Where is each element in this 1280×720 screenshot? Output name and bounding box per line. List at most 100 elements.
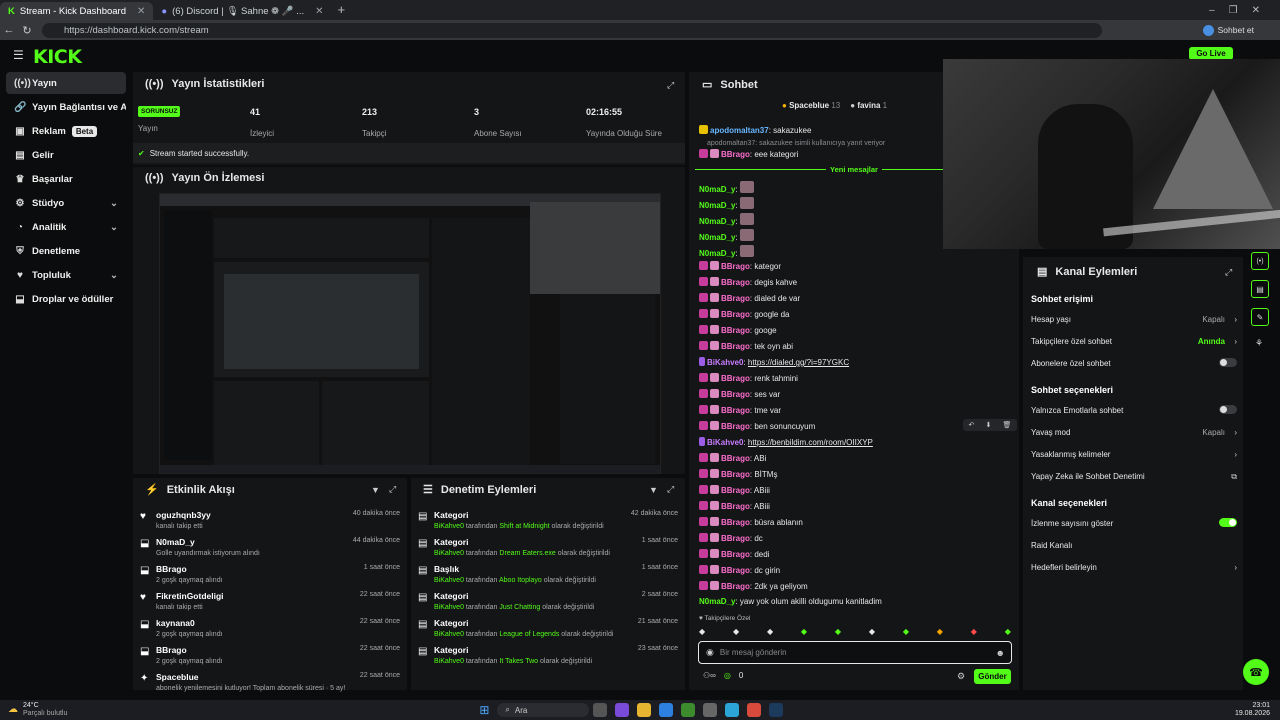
chat-username[interactable]: BBrago xyxy=(721,422,750,431)
sidebar-item-studyo[interactable]: ⚙ Stüdyo ⌄ xyxy=(6,192,126,214)
tray-clock[interactable]: 23:01 19.08.2026 xyxy=(1235,702,1270,718)
sidebar-item-topluluk[interactable]: ♥ Topluluk ⌄ xyxy=(6,264,126,286)
taskview-icon[interactable] xyxy=(593,703,608,717)
emote-picker-icon[interactable]: ◉ xyxy=(706,647,714,658)
chat-message[interactable]: BBrago: tek oyn abi xyxy=(699,341,793,351)
kanal-setting-row[interactable]: Yapay Zeka ile Sohbet Denetimi ⧉ xyxy=(1031,472,1237,481)
chat-username[interactable]: BBrago xyxy=(721,534,750,543)
toggle-switch[interactable] xyxy=(1219,358,1237,367)
chat-message[interactable]: BBrago: tme var xyxy=(699,405,781,415)
stream-preview-video[interactable] xyxy=(159,193,661,474)
chat-message[interactable]: N0maD_y: xyxy=(699,213,756,226)
toggle-switch[interactable] xyxy=(1219,405,1237,414)
chat-username[interactable]: BBrago xyxy=(721,518,750,527)
close-tab-icon[interactable]: ✕ xyxy=(315,6,323,17)
rail-broadcast-icon[interactable]: (•) xyxy=(1251,252,1269,270)
chat-username[interactable]: N0maD_y xyxy=(699,249,735,258)
expand-icon[interactable]: ⤢ xyxy=(667,80,674,91)
chat-username[interactable]: N0maD_y xyxy=(699,201,735,210)
settings-icon[interactable]: ⚙ xyxy=(957,671,965,682)
moderation-item[interactable]: ▤ Kategori BiKahve0 tarafından Dream Eater… xyxy=(418,537,680,557)
rail-channel-icon[interactable]: ▤ xyxy=(1251,280,1269,298)
send-button[interactable]: Gönder xyxy=(974,669,1011,684)
chat-username[interactable]: BBrago xyxy=(721,454,750,463)
chat-username[interactable]: BBrago xyxy=(721,342,750,351)
expand-icon[interactable]: ⤢ xyxy=(667,484,674,495)
chat-username[interactable]: BBrago xyxy=(721,294,750,303)
chat-message[interactable]: BBrago: dialed de var xyxy=(699,293,800,303)
chat-message[interactable]: BBrago: eee kategori xyxy=(699,149,798,159)
kanal-setting-row[interactable]: Takipçilere özel sohbet Anında › xyxy=(1031,337,1237,346)
chat-username[interactable]: BBrago xyxy=(721,582,750,591)
close-tab-icon[interactable]: ✕ xyxy=(137,6,145,17)
chat-username[interactable]: BBrago xyxy=(721,390,750,399)
filter-icon[interactable]: ▼ xyxy=(649,485,658,495)
top-user-1[interactable]: ● Spaceblue 13 xyxy=(782,101,840,110)
chat-username[interactable]: N0maD_y xyxy=(699,233,735,242)
chat-username[interactable]: BBrago xyxy=(721,150,750,159)
chat-message[interactable]: N0maD_y: xyxy=(699,197,756,210)
chat-username[interactable]: N0maD_y xyxy=(699,185,735,194)
expand-icon[interactable]: ⤢ xyxy=(389,484,396,495)
moderation-item[interactable]: ▤ Kategori BiKahve0 tarafından It Takes Tw… xyxy=(418,645,680,665)
profile-button[interactable]: Sohbet et xyxy=(1202,24,1254,36)
moderation-item[interactable]: ▤ Kategori BiKahve0 tarafından Just Chatti… xyxy=(418,591,680,611)
chat-message[interactable]: BBrago: ABiii xyxy=(699,501,770,511)
chat-message[interactable]: BBrago: ABi xyxy=(699,453,766,463)
chat-username[interactable]: N0maD_y xyxy=(699,217,735,226)
smiley-icon[interactable]: ☻ xyxy=(996,648,1005,658)
chat-message[interactable]: BBrago: 2dk ya geliyom xyxy=(699,581,808,591)
sidebar-item-basarilar[interactable]: ♛ Başarılar xyxy=(6,168,126,190)
explorer-icon[interactable] xyxy=(637,703,652,717)
chat-message[interactable]: BBrago: ben sonuncuyum xyxy=(699,421,815,431)
chat-message[interactable]: BBrago: ABiii xyxy=(699,485,770,495)
chat-message[interactable]: N0maD_y: yaw yok olum akilli oldugumu ka… xyxy=(699,597,882,606)
chat-link[interactable]: https://benbildim.com/room/OIIXYP xyxy=(748,438,873,447)
activity-item[interactable]: ♥ oguzhqnb3yy kanalı takip etti 40 dakika ö… xyxy=(140,510,402,530)
chat-link[interactable]: https://dialed.gg/?i=97YGKC xyxy=(748,358,849,367)
chat-username[interactable]: BBrago xyxy=(721,326,750,335)
browser-tab-kick[interactable]: K Stream - Kick Dashboard ✕ xyxy=(0,2,154,20)
chat-message[interactable]: BBrago: dc girin xyxy=(699,565,780,575)
chat-username[interactable]: apodomaltan37 xyxy=(710,126,769,135)
top-user-2[interactable]: ● favina 1 xyxy=(850,101,887,110)
chat-message[interactable]: BBrago: renk tahmini xyxy=(699,373,798,383)
browser-tab-discord[interactable]: ● (6) Discord | 🎙 Sahne ❁ 🎤 ... ✕ xyxy=(153,2,331,20)
kanal-setting-row[interactable]: Yasaklanmış kelimeler › xyxy=(1031,450,1237,459)
sidebar-item-gelir[interactable]: ▤ Gelir xyxy=(6,144,126,166)
chat-username[interactable]: BBrago xyxy=(721,262,750,271)
chat-message[interactable]: BiKahve0: https://benbildim.com/room/OII… xyxy=(699,437,873,447)
chat-message[interactable]: BiKahve0: https://dialed.gg/?i=97YGKC xyxy=(699,357,849,367)
filter-icon[interactable]: ▼ xyxy=(371,485,380,495)
chat-username[interactable]: BBrago xyxy=(721,502,750,511)
start-icon[interactable]: ⊞ xyxy=(479,703,489,717)
rail-extra-icon[interactable]: ⚘ xyxy=(1255,338,1263,349)
chat-message[interactable]: BBrago: dedi xyxy=(699,549,769,559)
activity-item[interactable]: ✦ Spaceblue abonelik yenilemesini kutluyor… xyxy=(140,672,402,692)
app-icon[interactable] xyxy=(703,703,718,717)
activity-item[interactable]: ⬓ N0maD_y Golle uyandırmak istiyorum alınd… xyxy=(140,537,402,557)
activity-item[interactable]: ⬓ BBrago 2 goşk qaymaq alındı 1 saat önce xyxy=(140,564,402,584)
sidebar-item-baglanti[interactable]: 🔗 Yayın Bağlantısı ve Anahtarı xyxy=(6,96,126,118)
chat-message[interactable]: apodomaltan37: sakazukee xyxy=(699,125,811,135)
toggle-switch[interactable] xyxy=(1219,518,1237,527)
chat-username[interactable]: BiKahve0 xyxy=(707,358,743,367)
activity-item[interactable]: ♥ FikretinGotdeligi kanalı takip etti 22 sa… xyxy=(140,591,402,611)
chat-message[interactable]: BBrago: degis kahve xyxy=(699,277,797,287)
url-input[interactable]: https://dashboard.kick.com/stream xyxy=(42,22,1102,38)
chat-message[interactable]: BBrago: kategor xyxy=(699,261,781,271)
minecraft-icon[interactable] xyxy=(681,703,696,717)
chat-message[interactable]: N0maD_y: xyxy=(699,245,756,258)
pin-icon[interactable]: ⬇ xyxy=(986,421,992,429)
chat-message[interactable]: BBrago: dc xyxy=(699,533,763,543)
kanal-setting-row[interactable]: Yavaş mod Kapalı › xyxy=(1031,428,1237,437)
chat-username[interactable]: BBrago xyxy=(721,278,750,287)
kick-logo[interactable]: KICK xyxy=(33,46,82,68)
chat-username[interactable]: BBrago xyxy=(721,566,750,575)
expand-icon[interactable]: ⤢ xyxy=(1225,267,1232,278)
moderation-item[interactable]: ▤ Kategori BiKahve0 tarafından Shift at Mi… xyxy=(418,510,680,530)
chat-message[interactable]: BBrago: ses var xyxy=(699,389,780,399)
new-tab-icon[interactable]: + xyxy=(338,2,346,17)
reply-icon[interactable]: ↶ xyxy=(969,421,975,429)
kanal-setting-row[interactable]: Abonelere özel sohbet xyxy=(1031,358,1237,368)
